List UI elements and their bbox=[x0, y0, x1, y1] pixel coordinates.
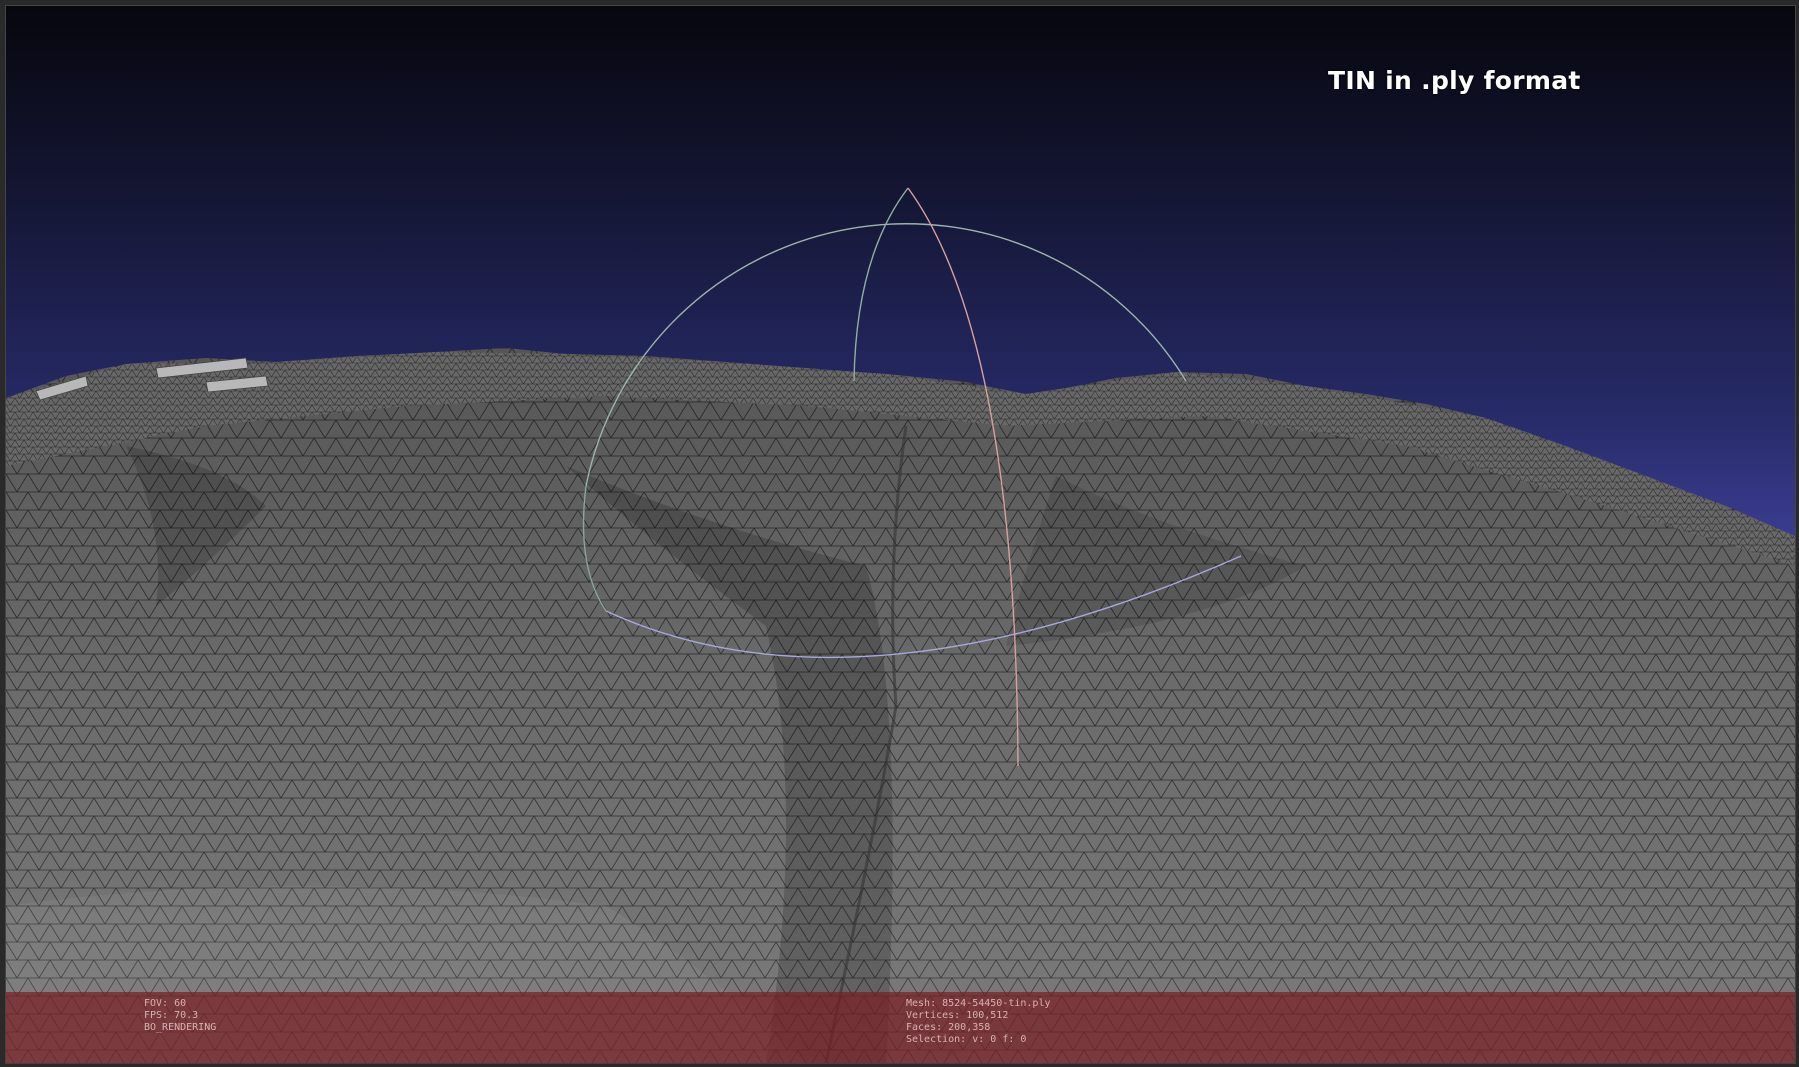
fps-readout: FPS: 70.3 bbox=[144, 1010, 199, 1021]
3d-viewport[interactable]: TIN in .ply format FOV: 60 FPS: 70.3 BO_… bbox=[5, 5, 1796, 1064]
info-bar: FOV: 60 FPS: 70.3 BO_RENDERING Mesh: 852… bbox=[6, 992, 1795, 1063]
mesh-scene[interactable] bbox=[6, 6, 1795, 1063]
overlay-title: TIN in .ply format bbox=[1328, 66, 1581, 95]
selection-readout: Selection: v: 0 f: 0 bbox=[906, 1034, 1027, 1045]
face-count: Faces: 200,358 bbox=[906, 1022, 991, 1033]
mesh-name: Mesh: 8524-54450-tin.ply bbox=[906, 998, 1051, 1009]
info-right: Mesh: 8524-54450-tin.ply Vertices: 100,5… bbox=[906, 998, 1051, 1046]
rendering-mode: BO_RENDERING bbox=[144, 1022, 217, 1033]
info-left: FOV: 60 FPS: 70.3 BO_RENDERING bbox=[144, 998, 216, 1034]
fov-readout: FOV: 60 bbox=[144, 998, 187, 1009]
vertex-count: Vertices: 100,512 bbox=[906, 1010, 1009, 1021]
